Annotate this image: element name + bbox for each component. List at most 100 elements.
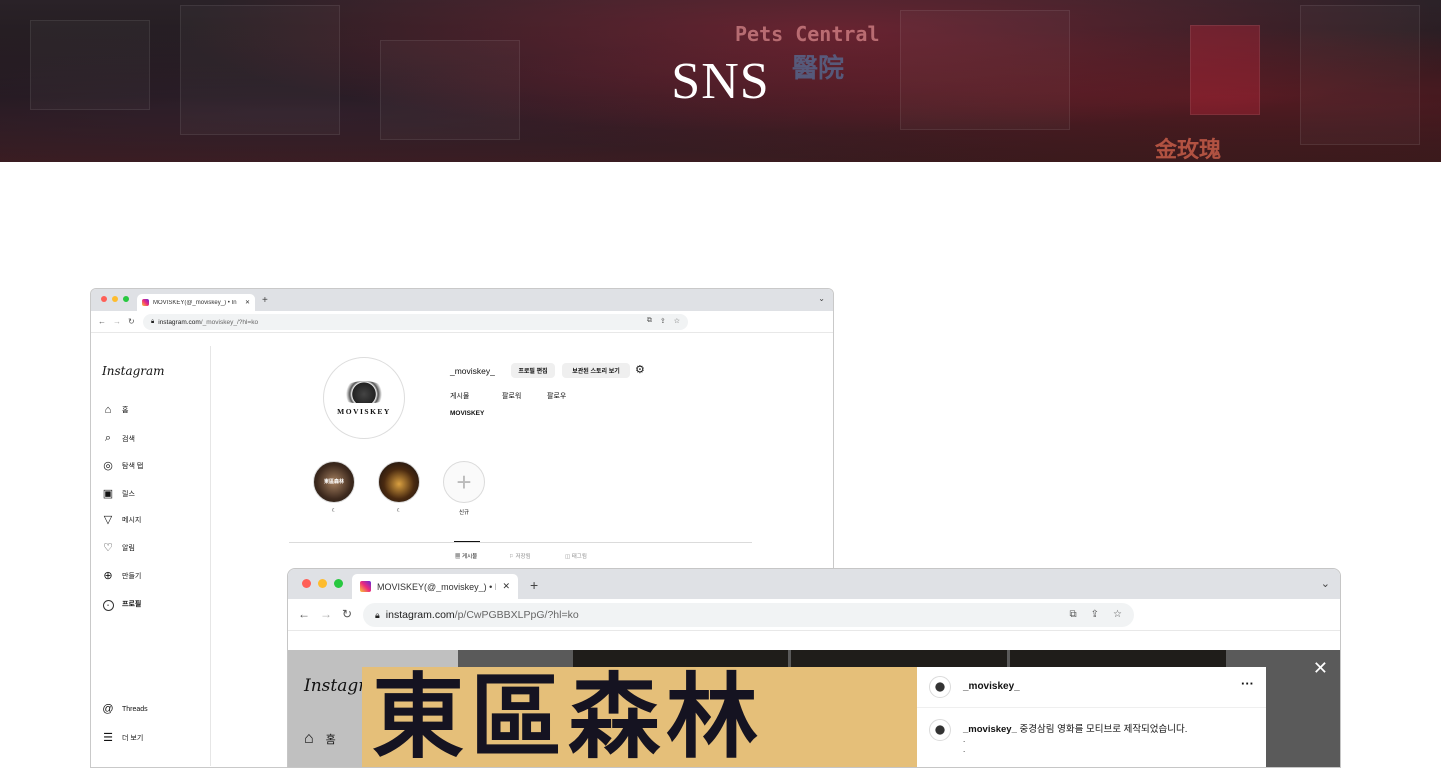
tab-bar: MOVISKEY(@_moviskey_) • In ✕ + ⌄ [91, 289, 833, 311]
minimize-window-button[interactable] [112, 296, 118, 302]
tab-bar: MOVISKEY(@_moviskey_) • In ✕ + ⌄ [288, 569, 1340, 599]
story-highlight[interactable] [378, 461, 420, 503]
sidebar-item-more[interactable]: ☰ 더 보기 [102, 731, 143, 744]
page-title: SNS [671, 53, 770, 110]
sidebar-item-label: 더 보기 [122, 734, 144, 742]
forward-icon[interactable]: → [113, 317, 121, 326]
stat-followers[interactable]: 팔로워 [502, 391, 521, 401]
sidebar-item-notifications[interactable]: ♡ 알림 [102, 541, 135, 554]
avatar[interactable] [929, 719, 951, 741]
tab-posts[interactable]: ▦ 게시물 [455, 552, 477, 560]
sidebar-item-label: 릴스 [122, 490, 135, 498]
sidebar-item-threads[interactable]: @ Threads [102, 703, 148, 715]
sidebar-item-home[interactable]: ⌂ 홈 [102, 404, 129, 416]
poster-title: 東區森林 [372, 667, 765, 768]
url-path: /_moviskey_/?hl=ko [200, 318, 259, 326]
sidebar-item-search[interactable]: ⌕ 검색 [102, 432, 135, 445]
url-host: instagram.com [385, 609, 455, 621]
send-icon: ▽ [103, 514, 113, 526]
edit-profile-button[interactable]: 프로필 편집 [511, 363, 555, 378]
reload-icon[interactable]: ↻ [128, 317, 135, 326]
tag-icon: ◫ [565, 554, 572, 560]
caption-line: . [963, 745, 966, 754]
url-field[interactable]: 🔒︎ instagram.com/p/CwPGBBXLPpG/?hl=ko ⧉ … [363, 603, 1134, 627]
star-icon[interactable]: ☆ [674, 317, 680, 325]
reload-icon[interactable]: ↻ [342, 607, 352, 621]
tab-tagged[interactable]: ◫ 태그됨 [565, 552, 587, 560]
new-highlight-button[interactable]: + [443, 461, 485, 503]
sidebar-item-label: 홈 [122, 407, 129, 414]
maximize-window-button[interactable] [123, 296, 129, 302]
caption-username[interactable]: _moviskey_ [963, 724, 1017, 735]
star-icon[interactable]: ☆ [1113, 609, 1122, 620]
chevron-down-icon[interactable]: ⌄ [818, 294, 825, 303]
brand-logo-text: MOVISKEY [337, 406, 391, 416]
sidebar-item-label: 검색 [122, 435, 135, 443]
install-icon[interactable]: ⧉ [1070, 609, 1077, 620]
close-window-button[interactable] [101, 296, 107, 302]
close-tab-icon[interactable]: ✕ [502, 581, 510, 592]
sidebar-item-explore[interactable]: ◎ 탐색 탭 [102, 459, 143, 472]
sidebar-item-label: Threads [122, 705, 148, 713]
sidebar-item-home[interactable]: ⌂ 홈 [304, 730, 336, 748]
avatar[interactable] [929, 676, 951, 698]
url-path: /p/CwPGBBXLPpG/?hl=ko [454, 609, 579, 621]
tab-label: 저장됨 [515, 554, 531, 560]
tab-label: 게시물 [462, 554, 478, 560]
post-image[interactable]: 東區森林 [362, 667, 917, 768]
tab-label: 태그됨 [571, 554, 587, 560]
highlight-label: 신규 [458, 510, 470, 516]
post-modal-overlay[interactable]: Instagram ⌂ 홈 東區森林 _moviskey_ ··· _movisk… [288, 650, 1340, 768]
threads-icon: @ [102, 703, 114, 715]
view-archive-button[interactable]: 보관된 스토리 보기 [562, 363, 630, 378]
lock-icon: 🔒︎ [375, 609, 380, 620]
forward-icon[interactable]: → [320, 607, 332, 621]
plus-icon: + [456, 466, 472, 497]
close-window-button[interactable] [302, 579, 311, 588]
sidebar-item-messages[interactable]: ▽ 메시지 [102, 513, 142, 526]
divider [917, 707, 1266, 708]
back-icon[interactable]: ← [298, 607, 310, 621]
new-tab-icon[interactable]: + [530, 577, 538, 593]
share-icon[interactable]: ⇪ [660, 317, 666, 325]
search-icon: ⌕ [104, 432, 112, 444]
chevron-down-icon[interactable]: ⌄ [1321, 577, 1330, 590]
url-field[interactable]: 🔒︎ instagram.com/_moviskey_/?hl=ko ⧉ ⇪ ☆ [143, 314, 688, 330]
reels-icon: ▣ [102, 488, 114, 500]
gear-icon[interactable]: ⚙ [635, 363, 645, 376]
profile-avatar[interactable]: MOVISKEY [323, 357, 405, 439]
browser-tab[interactable]: MOVISKEY(@_moviskey_) • In ✕ [137, 294, 255, 311]
back-icon[interactable]: ← [98, 317, 106, 326]
highlight-label: ☾ [331, 508, 337, 514]
sidebar-item-profile[interactable]: ● 프로필 [102, 597, 141, 611]
url-actions: ⧉ ⇪ ☆ [647, 317, 680, 325]
compass-icon: ◎ [103, 460, 113, 472]
tab-saved[interactable]: ⚐ 저장됨 [509, 552, 531, 560]
address-toolbar: ← → ↻ 🔒︎ instagram.com/p/CwPGBBXLPpG/?hl… [288, 599, 1340, 631]
home-icon: ⌂ [304, 730, 314, 747]
share-icon[interactable]: ⇪ [1091, 609, 1099, 620]
browser-tab[interactable]: MOVISKEY(@_moviskey_) • In ✕ [352, 574, 518, 599]
sidebar-item-create[interactable]: ⊕ 만들기 [102, 569, 141, 582]
more-options-icon[interactable]: ··· [1241, 676, 1254, 691]
instagram-logo[interactable]: Instagram [102, 364, 165, 378]
highlight-image-text: 東區森林 [323, 479, 344, 485]
browser-window-post: MOVISKEY(@_moviskey_) • In ✕ + ⌄ ← → ↻ 🔒… [287, 568, 1341, 768]
lock-icon: 🔒︎ [151, 318, 155, 325]
hero-banner: Pets Central 醫院 金玫瑰 SNS [0, 0, 1441, 162]
story-highlight[interactable]: 東區森林 [313, 461, 355, 503]
bio-name: MOVISKEY [450, 410, 485, 417]
stat-following[interactable]: 팔로우 [547, 391, 566, 401]
close-modal-icon[interactable]: ✕ [1313, 658, 1328, 679]
maximize-window-button[interactable] [334, 579, 343, 588]
menu-icon: ☰ [103, 732, 113, 744]
window-controls [302, 579, 343, 588]
caption-text: 중경삼림 영화를 모티브로 제작되었습니다. [1019, 724, 1188, 735]
sidebar-item-reels[interactable]: ▣ 릴스 [102, 487, 135, 500]
close-tab-icon[interactable]: ✕ [245, 299, 250, 306]
brand-crest-logo [342, 380, 386, 403]
new-tab-icon[interactable]: + [262, 295, 268, 306]
post-username[interactable]: _moviskey_ [963, 681, 1020, 692]
install-icon[interactable]: ⧉ [647, 317, 652, 325]
minimize-window-button[interactable] [318, 579, 327, 588]
